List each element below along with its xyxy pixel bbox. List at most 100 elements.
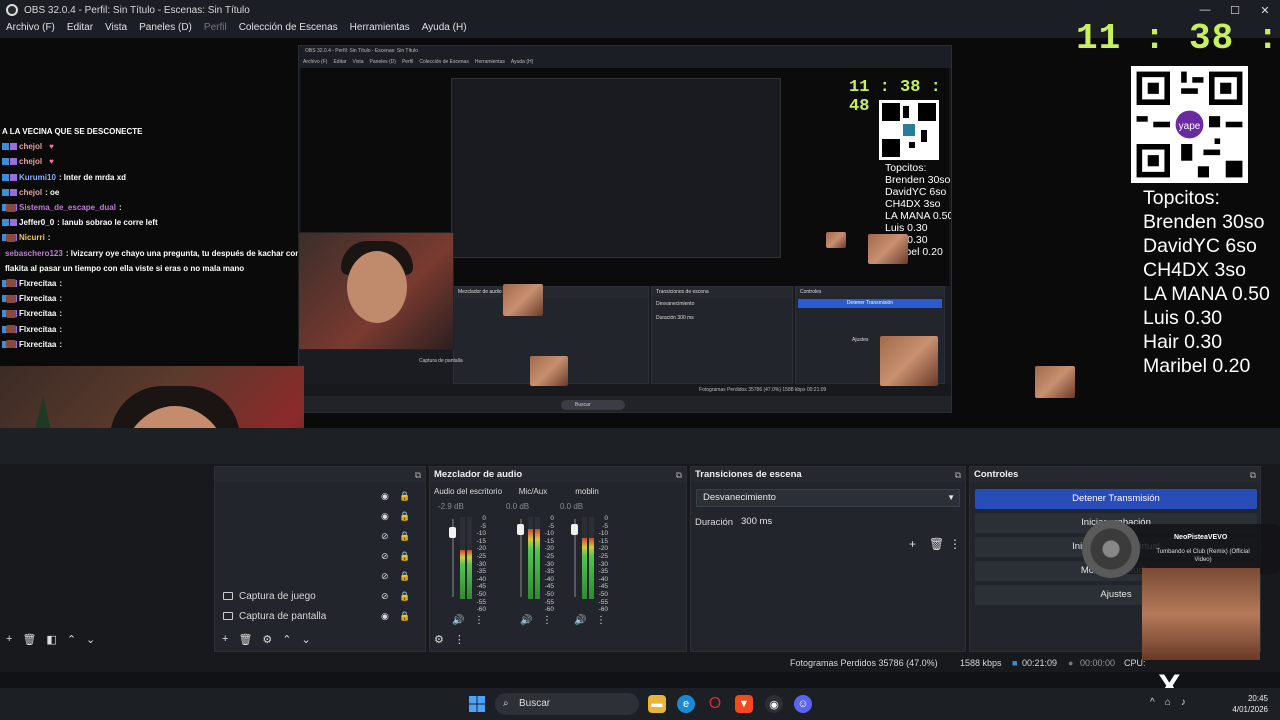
db-scale-tick: -30 (476, 560, 486, 568)
chat-username: sebaschero123 (5, 248, 63, 258)
transitions-title: Transiciones de escena (695, 469, 802, 480)
close-button[interactable]: ✕ (1250, 0, 1280, 20)
menu-coleccion-escenas[interactable]: Colección de Escenas (233, 20, 344, 38)
eye-icon[interactable]: ◉ (381, 491, 389, 502)
menu-ayuda[interactable]: Ayuda (H) (416, 20, 473, 38)
source-item[interactable]: ◉ 🔒 (215, 487, 411, 505)
obs-taskbar-icon[interactable]: ◉ (765, 695, 783, 713)
chat-emote-icon (6, 233, 16, 242)
add-source-icon[interactable]: + (222, 633, 228, 649)
eye-icon[interactable]: ◉ (381, 511, 389, 522)
eye-icon[interactable]: ◉ (381, 611, 389, 622)
nested-title: OBS 32.0.4 - Perfil: Sin Título - Escena… (299, 46, 951, 57)
db-scale-tick: -15 (598, 537, 608, 545)
speaker-icon[interactable]: 🔊 (452, 615, 464, 626)
brave-icon[interactable]: ▼ (735, 695, 753, 713)
file-explorer-icon[interactable]: ▬ (648, 695, 666, 713)
db-scale-tick: -50 (476, 590, 486, 598)
more-options-icon[interactable]: ⋮ (949, 537, 961, 551)
menu-archivo[interactable]: Archivo (F) (0, 20, 61, 38)
add-transition-icon[interactable]: + (909, 537, 916, 551)
source-item[interactable]: ⊘ 🔒 (215, 547, 411, 565)
search-icon: ⌕ (503, 698, 509, 709)
menu-editar[interactable]: Editar (61, 20, 99, 38)
db-scale-tick: -15 (476, 537, 486, 545)
undock-icon[interactable]: ⧉ (1250, 467, 1256, 483)
lock-icon[interactable]: 🔒 (399, 551, 410, 562)
lock-icon[interactable]: 🔒 (399, 531, 410, 542)
move-up-icon[interactable]: ⌃ (282, 633, 291, 649)
filters-icon[interactable]: ◧ (46, 633, 56, 649)
move-down-icon[interactable]: ⌄ (86, 633, 95, 649)
source-item[interactable]: ◉ 🔒 (215, 507, 411, 525)
remove-source-icon[interactable]: 🗑 (238, 633, 252, 649)
remove-scene-icon[interactable]: 🗑 (22, 633, 36, 649)
source-item[interactable]: Captura de juego ⊘ 🔒 (215, 587, 411, 605)
duration-input[interactable]: 300 ms (737, 513, 961, 531)
sources-toolbar: + 🗑 ⚙ ⌃ ⌄ (222, 633, 311, 649)
windows-start-icon[interactable] (468, 695, 486, 713)
undock-icon[interactable]: ⧉ (955, 467, 961, 483)
move-down-icon[interactable]: ⌄ (302, 633, 311, 649)
network-icon[interactable]: ⌂ (1165, 697, 1171, 708)
stop-streaming-button[interactable]: Detener Transmisión (975, 489, 1257, 509)
eye-hidden-icon[interactable]: ⊘ (381, 531, 389, 542)
yape-qr-code: yape (1131, 66, 1248, 183)
chat-username: Flxrecitaa (19, 278, 57, 288)
undock-icon[interactable]: ⧉ (676, 467, 682, 483)
add-scene-icon[interactable]: + (6, 633, 12, 649)
rec-timer: 00:00:00 (1080, 658, 1116, 668)
source-item[interactable]: Captura de pantalla ◉ 🔒 (215, 607, 411, 625)
maximize-button[interactable]: ☐ (1220, 0, 1250, 20)
chevron-up-icon[interactable]: ^ (1150, 697, 1155, 708)
move-up-icon[interactable]: ⌃ (67, 633, 76, 649)
edge-icon[interactable]: e (677, 695, 695, 713)
eye-hidden-icon[interactable]: ⊘ (381, 571, 389, 582)
fader-knob[interactable] (449, 526, 456, 538)
audio-settings-icon[interactable]: ⚙ (434, 633, 444, 649)
minimize-button[interactable]: — (1190, 0, 1220, 20)
menu-paneles[interactable]: Paneles (D) (133, 20, 198, 38)
eye-hidden-icon[interactable]: ⊘ (381, 591, 389, 602)
taskbar-search[interactable]: ⌕ Buscar (495, 693, 639, 715)
speaker-icon[interactable]: 🔊 (574, 615, 586, 626)
transition-select[interactable]: Desvanecimiento ▼ (696, 489, 960, 507)
menu-vista[interactable]: Vista (99, 20, 133, 38)
menu-herramientas[interactable]: Herramientas (344, 20, 416, 38)
db-scale: 0 -5 -10 -15 -20 -25 -30 -35 -40 -45 -50 -55 -60 (594, 515, 608, 614)
opera-icon[interactable]: O (706, 695, 724, 713)
undock-icon[interactable]: ⧉ (415, 467, 421, 483)
nested-menu-item: Colección de Escenas (419, 59, 469, 65)
emote-sticker (1035, 366, 1075, 398)
source-item[interactable]: ⊘ 🔒 (215, 567, 411, 585)
chat-message: Flxrecitaa: (0, 337, 310, 352)
emote-sticker (503, 284, 543, 316)
eye-hidden-icon[interactable]: ⊘ (381, 551, 389, 562)
taskbar-clock[interactable]: 20:45 4/01/2026 (1232, 693, 1268, 715)
trash-icon[interactable]: 🗑 (929, 537, 944, 551)
lock-icon[interactable]: 🔒 (399, 611, 410, 622)
emote-sticker (880, 336, 938, 386)
fader-knob[interactable] (517, 524, 524, 536)
more-options-icon[interactable]: ⋮ (542, 615, 552, 626)
db-scale-tick: -30 (598, 560, 608, 568)
lock-icon[interactable]: 🔒 (399, 591, 410, 602)
more-options-icon[interactable]: ⋮ (474, 615, 484, 626)
source-item[interactable]: ⊘ 🔒 (215, 527, 411, 545)
volume-icon[interactable]: ♪ (1181, 697, 1186, 708)
more-options-icon[interactable]: ⋮ (596, 615, 606, 626)
source-properties-icon[interactable]: ⚙ (262, 633, 272, 649)
more-options-icon[interactable]: ⋮ (454, 633, 465, 649)
discord-icon[interactable]: ☺ (794, 695, 812, 713)
lock-icon[interactable]: 🔒 (399, 571, 410, 582)
fader-knob[interactable] (571, 524, 578, 536)
chat-badge-icon (10, 219, 17, 227)
lock-icon[interactable]: 🔒 (399, 491, 410, 502)
live-icon: ■ (1012, 658, 1018, 668)
chat-badge-icon (10, 173, 17, 181)
chat-badge-icon (2, 158, 9, 166)
channel-db: 0.0 dB (506, 502, 530, 511)
lock-icon[interactable]: 🔒 (399, 511, 410, 522)
menu-perfil[interactable]: Perfil (198, 20, 233, 38)
speaker-icon[interactable]: 🔊 (520, 615, 532, 626)
